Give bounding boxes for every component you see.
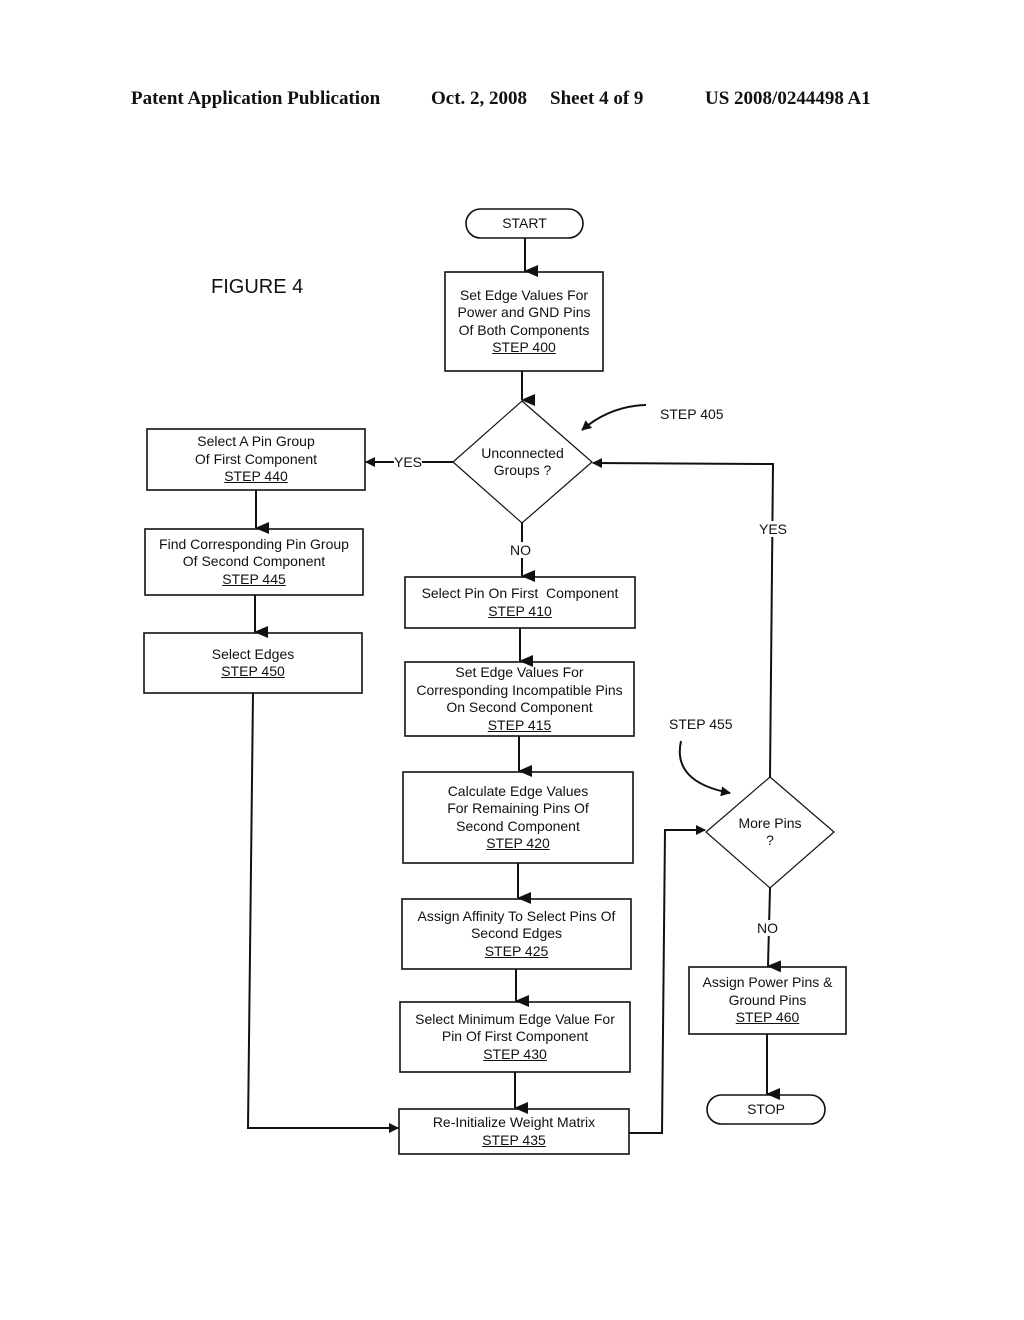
step-440-line-2: Of First Component <box>194 450 318 467</box>
step-420-id: STEP 420 <box>486 835 550 851</box>
step-460-text: Assign Power Pins & Ground Pins STEP 460 <box>689 967 846 1034</box>
step-460-line-2: Ground Pins <box>728 991 807 1008</box>
step-445-line-1: Find Corresponding Pin Group <box>159 535 349 552</box>
step-405-text: Unconnected Groups ? <box>470 440 575 484</box>
step-460-id: STEP 460 <box>735 1009 800 1026</box>
step-425-text: Assign Affinity To Select Pins Of Second… <box>402 899 631 969</box>
edge-label-405-no: NO <box>510 542 531 558</box>
step-415-id: STEP 415 <box>487 716 552 733</box>
step-415-line-3: On Second Component <box>446 699 593 715</box>
edge-label-455-yes: YES <box>759 521 788 537</box>
step-430-text: Select Minimum Edge Value For Pin Of Fir… <box>400 1002 630 1072</box>
step-420-line-3: Second Component <box>456 817 580 834</box>
step-430-id: STEP 430 <box>483 1045 547 1062</box>
step-445-id: STEP 445 <box>222 570 286 587</box>
start-label: START <box>466 209 583 238</box>
step-400-line-3: Of Both Components <box>458 321 590 338</box>
edge-label-455-no: NO <box>757 920 778 936</box>
step-430-line-1: Select Minimum Edge Value For <box>415 1010 615 1027</box>
step-445-line-2: Of Second Component <box>182 553 326 570</box>
step-435-line-1: Re-Initialize Weight Matrix <box>432 1114 596 1130</box>
step-450-id: STEP 450 <box>221 663 285 679</box>
step-400-line-2: Power and GND Pins <box>457 304 591 320</box>
step-400-line-1: Set Edge Values For <box>459 286 589 303</box>
callout-arrow-405 <box>581 404 647 431</box>
step-425-line-1: Assign Affinity To Select Pins Of <box>417 907 616 924</box>
step-410-id: STEP 410 <box>488 602 552 619</box>
step-415-line-1: Set Edge Values For <box>455 664 584 680</box>
start-text: START <box>502 214 547 231</box>
step-410-text: Select Pin On First Component STEP 410 <box>405 577 635 628</box>
step-415-line-2: Corresponding Incompatible Pins <box>416 681 623 698</box>
step-460-line-1: Assign Power Pins & <box>702 974 833 991</box>
step-435-id: STEP 435 <box>482 1131 546 1148</box>
step-410-line-1: Select Pin On First Component <box>421 585 619 601</box>
step-405-line-2: Groups ? <box>493 462 552 478</box>
step-455-callout: STEP 455 <box>669 716 733 732</box>
step-400-id: STEP 400 <box>492 339 556 355</box>
step-455-line-2: ? <box>766 832 774 848</box>
step-405-callout: STEP 405 <box>660 406 724 422</box>
step-440-line-1: Select A Pin Group <box>197 433 315 450</box>
step-455-text: More Pins ? <box>720 812 820 852</box>
step-455-line-1: More Pins <box>738 814 802 831</box>
edge-450-435 <box>246 692 399 1133</box>
step-440-text: Select A Pin Group Of First Component ST… <box>147 429 365 490</box>
callout-arrow-455 <box>678 740 731 797</box>
step-450-line-1: Select Edges <box>211 645 295 662</box>
step-430-line-2: Pin Of First Component <box>441 1028 589 1045</box>
step-425-id: STEP 425 <box>484 942 549 959</box>
step-405-line-1: Unconnected <box>481 444 564 461</box>
edge-label-405-yes: YES <box>394 454 423 470</box>
step-440-id: STEP 440 <box>224 468 288 485</box>
step-450-text: Select Edges STEP 450 <box>144 633 362 693</box>
stop-label: STOP <box>707 1095 825 1124</box>
step-445-text: Find Corresponding Pin Group Of Second C… <box>145 529 363 595</box>
step-415-text: Set Edge Values For Corresponding Incomp… <box>405 662 634 736</box>
step-425-line-2: Second Edges <box>470 925 563 942</box>
step-420-text: Calculate Edge Values For Remaining Pins… <box>403 772 633 863</box>
step-435-text: Re-Initialize Weight Matrix STEP 435 <box>399 1109 629 1154</box>
step-420-line-2: For Remaining Pins Of <box>447 800 589 816</box>
step-420-line-1: Calculate Edge Values <box>447 782 589 799</box>
stop-text: STOP <box>747 1100 785 1117</box>
step-400-text: Set Edge Values For Power and GND Pins O… <box>445 272 603 371</box>
